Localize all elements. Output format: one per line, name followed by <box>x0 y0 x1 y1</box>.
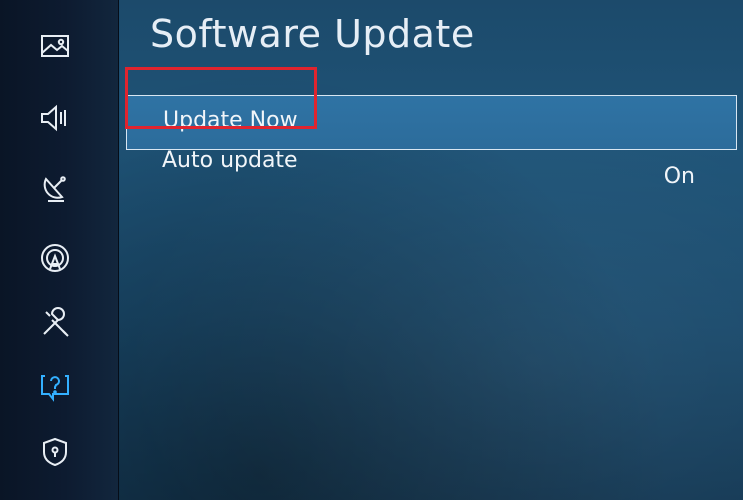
red-highlight-box <box>125 67 317 129</box>
auto-update-value: On <box>663 164 695 189</box>
support-icon[interactable] <box>34 367 76 407</box>
network-icon[interactable] <box>34 238 76 278</box>
auto-update-label: Auto update <box>162 148 298 173</box>
auto-update-menu-item[interactable]: Auto update On <box>126 148 737 200</box>
sound-icon[interactable] <box>34 98 76 138</box>
picture-icon[interactable] <box>34 26 76 66</box>
page-title: Software Update <box>150 12 475 56</box>
broadcast-icon[interactable] <box>34 168 76 208</box>
privacy-icon[interactable] <box>34 432 76 472</box>
settings-sidebar <box>0 0 119 500</box>
system-icon[interactable] <box>34 303 76 343</box>
